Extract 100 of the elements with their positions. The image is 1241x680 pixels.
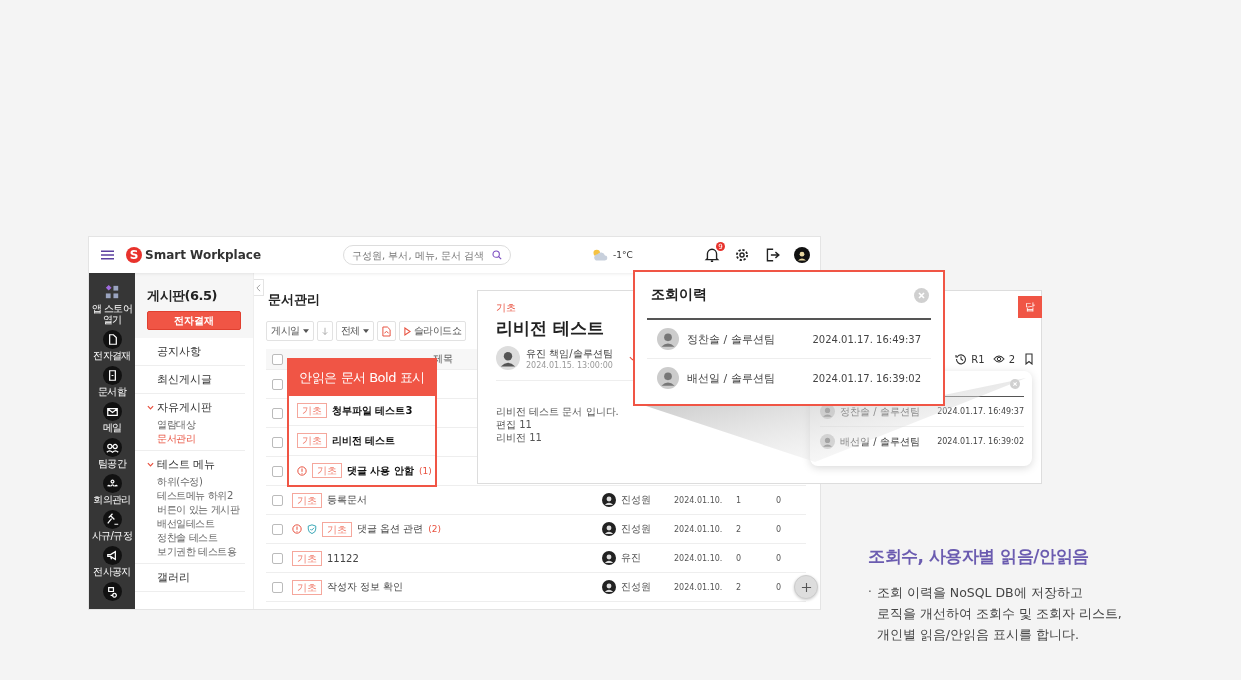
menu-group[interactable]: 테스트 메뉴 [135, 451, 216, 475]
file-icon[interactable] [102, 366, 122, 385]
menu-icon[interactable] [101, 250, 114, 260]
checkbox[interactable] [272, 465, 283, 477]
slideshow-button[interactable]: 슬라이드쇼 [398, 321, 466, 341]
author-name: 진성원 [621, 522, 651, 536]
rail-label: 회의관리 [93, 494, 131, 505]
body-text: 리비전 테스트 문서 입니다. [496, 405, 619, 418]
menu-item[interactable]: 공지사항 [135, 338, 245, 366]
share-icon[interactable] [102, 582, 122, 601]
avatar-icon [602, 522, 616, 536]
search-icon [492, 250, 503, 260]
gavel-icon[interactable] [102, 510, 122, 529]
menu-item[interactable]: 갤러리 [135, 564, 245, 592]
table-cell-text: 2 [736, 524, 743, 534]
logo-mark: S [126, 247, 142, 263]
bullet-mark: · [868, 584, 872, 601]
description-text: 조회 이력을 NoSQL DB에 저장하고 [876, 584, 1084, 602]
viewer-name: 정찬솔 / 솔루션팀 [840, 404, 920, 419]
category-tag: 기초 [312, 463, 342, 478]
submenu-item[interactable]: 하위(수정) [135, 475, 245, 489]
add-button[interactable] [794, 575, 818, 599]
settings-icon[interactable] [734, 247, 750, 263]
table-cell-text: 0 [776, 524, 783, 534]
body-text: 편집 11 [496, 418, 533, 431]
checkbox[interactable] [272, 436, 283, 448]
sort-select[interactable]: 게시일 [266, 321, 314, 341]
notification-icon[interactable] [704, 247, 720, 263]
revision-label: R1 [971, 353, 985, 365]
description-text: 개인별 읽음/안읽음 표시를 합니다. [876, 626, 1080, 644]
megaphone-icon[interactable] [102, 546, 122, 565]
mail-icon[interactable] [102, 402, 122, 421]
callout-label: 안읽은 문서 Bold 표시 [289, 360, 435, 396]
document-title[interactable]: 청부파일 테스트3 [332, 403, 413, 418]
weather-icon [591, 247, 610, 263]
document-title[interactable]: 작성자 정보 확인 [327, 580, 404, 594]
filter-select[interactable]: 전체 [335, 321, 374, 341]
comment-count: (2) [428, 524, 442, 534]
avatar-icon[interactable] [794, 247, 810, 263]
pdf-icon [381, 325, 391, 337]
submenu-item[interactable]: 보기권한 테스트용 [135, 545, 245, 559]
submenu-item[interactable]: 문서관리 [135, 432, 245, 446]
category-tag: 기초 [297, 433, 327, 448]
play-icon [403, 326, 411, 336]
checkbox[interactable] [272, 581, 283, 593]
rail-label: 전사공지 [93, 566, 131, 577]
caret-icon [302, 329, 309, 333]
submenu-item[interactable]: 테스트메뉴 하위2 [135, 489, 245, 503]
date-cell-text: 2024.01.10. [674, 524, 724, 534]
logout-icon[interactable] [764, 247, 780, 263]
document-title[interactable]: 리비전 테스트 [332, 433, 396, 448]
viewer-name: 배선일 / 솔루션팀 [840, 434, 920, 449]
view-time: 2024.01.17. 16:39:02 [812, 372, 921, 384]
logo-text: Smart Workplace [145, 248, 262, 262]
document-title[interactable]: 11122 [327, 552, 359, 564]
document-title[interactable]: 등록문서 [327, 493, 367, 507]
date-cell-text: 2024.01.10. [674, 495, 724, 505]
temperature-text: -1°C [613, 250, 633, 260]
bookmark-icon[interactable] [1023, 353, 1035, 365]
view-time: 2024.01.17. 16:49:37 [937, 407, 1024, 416]
page-title: 문서관리 [268, 291, 320, 309]
history-icon[interactable] [955, 353, 968, 365]
checkbox[interactable] [272, 353, 283, 365]
checkbox[interactable] [272, 523, 283, 535]
submenu-item[interactable]: 배선일테스트 [135, 517, 245, 531]
menu-item[interactable]: 최신게시글 [135, 366, 245, 394]
table-cell-text: 1 [736, 495, 743, 505]
rail-label: 팀공간 [97, 458, 127, 469]
rail-label: 전자결재 [93, 350, 131, 361]
category-label: 기초 [496, 301, 516, 315]
checkbox[interactable] [272, 407, 283, 419]
menu-group[interactable]: 자유게시판 [135, 394, 212, 418]
checkbox[interactable] [272, 494, 283, 506]
table-cell-text: 0 [776, 553, 783, 563]
feature-title: 조회수, 사용자별 읽음/안읽음 [868, 545, 1090, 568]
chevron-icon [256, 283, 261, 292]
category-tag: 기초 [322, 521, 352, 537]
chevron-icon[interactable] [628, 355, 636, 361]
avatar-icon [657, 328, 679, 350]
view-count: 2 [1008, 353, 1015, 365]
author-name: 유진 [621, 551, 641, 565]
viewer-name: 정찬솔 / 솔루션팀 [687, 331, 775, 347]
view-time: 2024.01.17. 16:39:02 [937, 437, 1024, 446]
people-icon[interactable] [102, 438, 122, 457]
category-tag: 기초 [292, 550, 322, 566]
checkbox[interactable] [272, 552, 283, 564]
eye-icon[interactable] [992, 353, 1005, 365]
submenu-item[interactable]: 버튼이 있는 게시판 [135, 503, 245, 517]
document-title[interactable]: 댓글 사용 안함 [347, 463, 414, 478]
view-time: 2024.01.17. 16:49:37 [812, 333, 921, 345]
date-cell-text: 2024.01.10. [674, 553, 724, 563]
comment-count: (1) [418, 465, 432, 476]
submenu-item[interactable]: 정찬솔 테스트 [135, 531, 245, 545]
author-name: 진성원 [621, 493, 651, 507]
avatar-icon [602, 551, 616, 565]
document-icon[interactable] [102, 330, 122, 349]
checkbox[interactable] [272, 378, 283, 390]
submenu-item[interactable]: 열람대상 [135, 418, 245, 432]
menu-title: 게시판(6.5) [147, 287, 218, 305]
document-title[interactable]: 댓글 옵션 관련 [357, 522, 424, 536]
